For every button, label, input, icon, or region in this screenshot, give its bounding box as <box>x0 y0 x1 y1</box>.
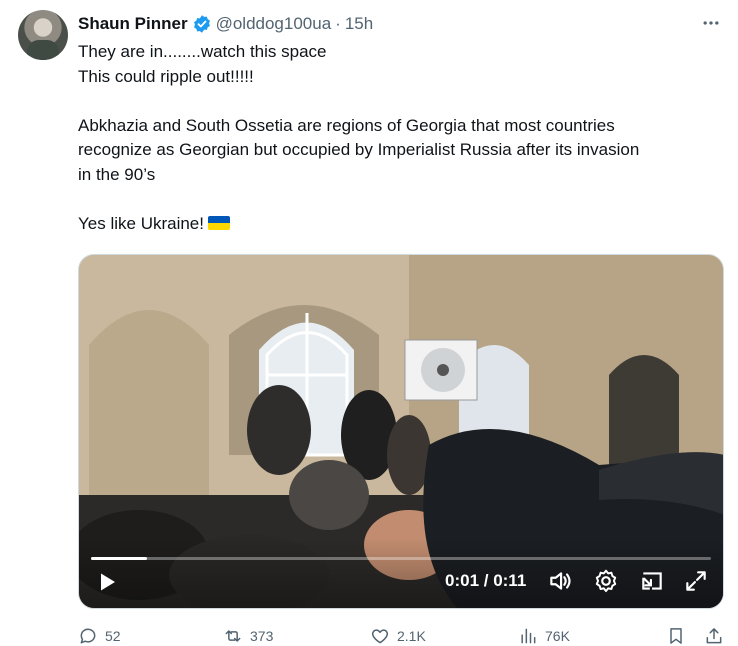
reply-icon <box>80 628 96 644</box>
like-button[interactable]: 2.1K <box>370 622 426 646</box>
picture-in-picture-icon[interactable] <box>639 568 665 594</box>
author-handle[interactable]: @olddog100ua <box>216 14 332 34</box>
fullscreen-icon[interactable] <box>683 568 709 594</box>
text-line: recognize as Georgian but occupied by Im… <box>78 140 640 159</box>
text-line: in the 90’s <box>78 164 156 184</box>
video-controls: 0:01 / 0:11 <box>79 538 723 608</box>
repost-count: 373 <box>250 628 274 644</box>
ukraine-flag-icon <box>208 215 230 230</box>
repost-icon <box>225 630 241 642</box>
text-line: This could ripple out!!!!! <box>78 66 254 86</box>
views-button[interactable]: 76K <box>518 622 570 646</box>
reply-count: 52 <box>105 628 121 644</box>
avatar[interactable] <box>18 10 68 60</box>
separator-dot: · <box>335 14 341 33</box>
text-line: They are in........watch this space <box>78 42 327 61</box>
video-timecode: 0:01 / 0:11 <box>445 571 527 590</box>
views-chart-icon <box>521 628 536 644</box>
play-icon[interactable] <box>95 570 119 594</box>
verified-badge-icon <box>192 14 212 34</box>
heart-icon <box>371 629 389 644</box>
bookmark-button[interactable] <box>666 622 693 646</box>
tweet-actions: 52 373 2.1K 76K <box>78 622 722 646</box>
author-name[interactable]: Shaun Pinner <box>78 14 188 34</box>
post-time[interactable]: 15h <box>345 14 373 34</box>
repost-button[interactable]: 373 <box>223 622 273 646</box>
video-progress-bar[interactable] <box>91 557 711 560</box>
share-button[interactable] <box>704 622 731 646</box>
tweet-header: Shaun Pinner @olddog100ua · 15h <box>78 12 722 36</box>
like-count: 2.1K <box>397 628 426 644</box>
share-icon <box>706 628 722 644</box>
video-player[interactable]: 0:01 / 0:11 <box>78 254 724 609</box>
settings-gear-icon[interactable] <box>593 568 619 594</box>
text-line-with-flag: Yes like Ukraine! <box>78 212 718 237</box>
volume-icon[interactable] <box>547 568 573 594</box>
reply-button[interactable]: 52 <box>78 622 121 646</box>
tweet-text: They are in........watch this space This… <box>78 40 718 236</box>
text-line: Abkhazia and South Ossetia are regions o… <box>78 115 615 135</box>
bookmark-icon <box>670 628 682 644</box>
text-line: Yes like Ukraine! <box>78 213 204 233</box>
views-count: 76K <box>545 628 570 644</box>
more-options-icon[interactable] <box>696 8 726 38</box>
video-progress-fill <box>91 557 147 560</box>
tweet-card[interactable]: Shaun Pinner @olddog100ua · 15h They are… <box>0 0 738 646</box>
